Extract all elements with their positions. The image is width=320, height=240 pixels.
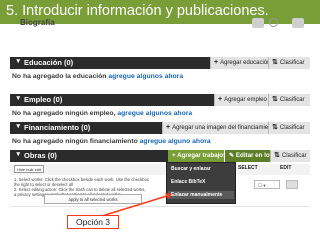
- callout-arrow: [101, 193, 172, 217]
- callout-label: Opción 3: [67, 215, 119, 229]
